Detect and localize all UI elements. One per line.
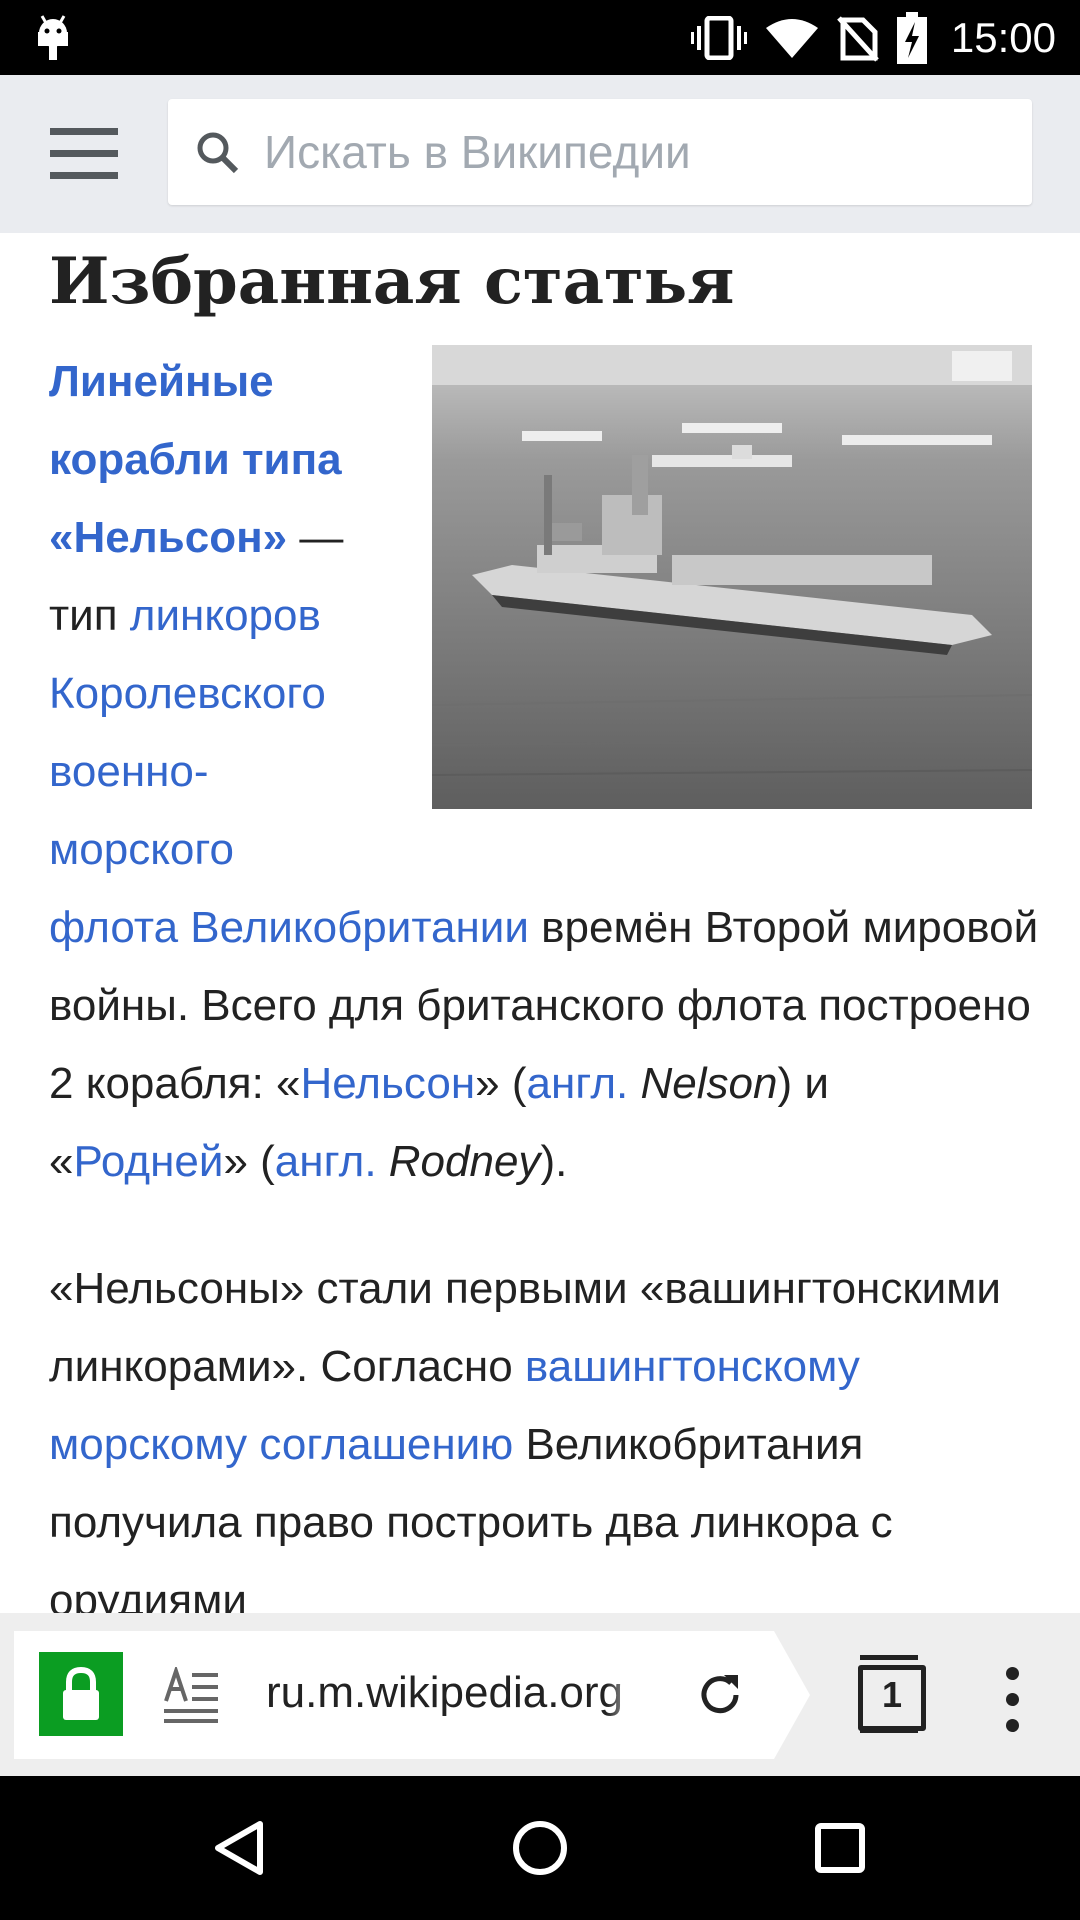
vibrate-icon [690,16,747,60]
link-nelson[interactable]: Нельсон [301,1059,476,1108]
link-rodney[interactable]: Родней [73,1137,223,1186]
search-placeholder: Искать в Википедии [264,126,691,178]
link-royal-navy[interactable]: флота Великобритании [49,903,529,952]
clock: 15:00 [950,14,1056,61]
link-english[interactable]: англ. [275,1137,377,1186]
article-title-link[interactable]: Линейные [49,343,1039,421]
link-royal-navy[interactable]: морского [49,825,234,874]
text: Nelson [628,1059,778,1108]
battery-charging-icon [896,12,927,64]
text: » ( [475,1059,527,1108]
text: » ( [223,1137,275,1186]
recents-icon[interactable] [808,1816,872,1880]
android-notification-icon [38,15,68,60]
text: тип [49,591,130,640]
reader-mode-icon[interactable] [162,1667,220,1723]
menu-icon[interactable] [50,128,118,180]
navigation-bar [0,1776,1080,1920]
wiki-header: Искать в Википедии [0,75,1080,233]
url-bar[interactable]: ru.m.wikipedia.org [14,1631,810,1759]
text: — [287,513,344,562]
article-title-link[interactable]: «Нельсон» [49,513,287,562]
link-royal-navy[interactable]: Королевского [49,669,326,718]
back-icon[interactable] [208,1816,272,1880]
page-title: Избранная статья [49,244,735,319]
link-royal-navy[interactable]: военно- [49,747,209,796]
no-sim-icon [837,16,879,62]
search-input[interactable]: Искать в Википедии [168,99,1032,205]
url-value: ru.m.wikipedia.org [266,1668,624,1717]
second-paragraph: «Нельсоны» стали первыми «вашингтонскими… [49,1250,1039,1613]
browser-toolbar: ru.m.wikipedia.org 1 [0,1613,1080,1776]
home-icon[interactable] [508,1816,572,1880]
text: ). [540,1137,568,1186]
article-title-link[interactable]: корабли типа [49,421,1039,499]
lead-paragraph: Линейные корабли типа «Нельсон» — тип линко… [49,343,1039,1201]
overflow-menu-icon[interactable] [1000,1667,1024,1739]
status-bar: 15:00 [0,0,1080,75]
article-content: Избранная статья Линейные корабли типа «… [0,233,1080,1613]
lock-icon[interactable] [39,1652,123,1736]
tab-count: 1 [881,1674,903,1715]
search-icon [197,132,239,174]
url-text[interactable]: ru.m.wikipedia.org [266,1663,646,1723]
tab-switcher-icon[interactable]: 1 [854,1655,926,1733]
link-english[interactable]: англ. [527,1059,629,1108]
link-linkors[interactable]: линкоров [130,591,321,640]
reload-icon[interactable] [694,1669,746,1721]
text: Rodney [376,1137,541,1186]
wifi-icon [765,19,818,58]
